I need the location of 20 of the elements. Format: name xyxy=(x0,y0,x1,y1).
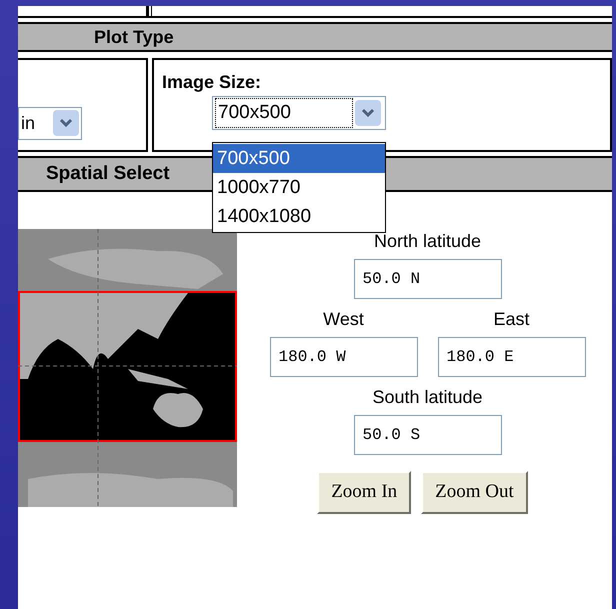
dropdown[interactable]: 700x500 xyxy=(212,96,386,130)
dropdown-option[interactable]: 1000x770 xyxy=(213,173,385,202)
section-title: Plot Type xyxy=(94,26,174,49)
dropdown-option[interactable]: 1400x1080 xyxy=(213,202,385,231)
input-field[interactable]: 180.0 W xyxy=(270,337,418,377)
field-label: North latitude xyxy=(374,230,482,253)
input-field[interactable]: 50.0 S xyxy=(354,415,502,455)
input-field[interactable]: 180.0 E xyxy=(438,337,586,377)
section-title: Spatial Select xyxy=(46,162,170,186)
input-field[interactable]: 50.0 N xyxy=(354,259,502,299)
dropdown[interactable]: in xyxy=(18,106,82,140)
zoom-button[interactable]: Zoom In xyxy=(317,471,412,514)
zoom-button[interactable]: Zoom Out xyxy=(421,471,528,514)
field-label: South latitude xyxy=(372,386,483,409)
field-label: West xyxy=(323,308,364,331)
field-label: Image Size: xyxy=(162,71,262,94)
field-label: East xyxy=(493,308,530,331)
chevron-down-icon xyxy=(361,108,375,118)
dropdown-option[interactable]: 700x500 xyxy=(213,144,385,173)
chevron-down-icon xyxy=(59,118,73,128)
